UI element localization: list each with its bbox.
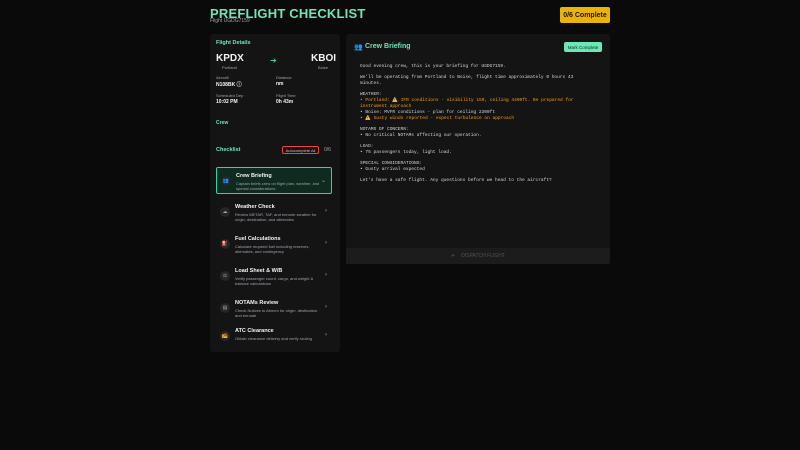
autocomplete-all-button[interactable]: Autocomplete All — [282, 146, 319, 154]
item-desc: Obtain clearance delivery and verify rou… — [235, 336, 312, 341]
checklist-title: Checklist — [216, 147, 241, 153]
item-desc: Calculate required fuel including reserv… — [235, 244, 310, 254]
item-title: Weather Check — [235, 204, 275, 210]
briefing-text: Good evening crew, this is your briefing… — [360, 64, 600, 184]
aircraft-value[interactable]: N108BK ⓘ — [216, 81, 242, 88]
flight-time-label: Flight Time — [276, 93, 296, 98]
departure-label: Scheduled Dep — [216, 93, 244, 98]
checklist-item-weather-check[interactable]: ☁ Weather Check Review METAR, TAF, and e… — [216, 199, 332, 226]
flight-time-value: 0h 43m — [276, 99, 294, 105]
plane-icon: ✈ — [451, 253, 456, 259]
radio-icon: 📻 — [220, 331, 230, 341]
item-desc: Review METAR, TAF, and enroute weather f… — [235, 212, 317, 222]
checklist-item-load-sheet[interactable]: ⚖ Load Sheet & W/B Verify passenger coun… — [216, 263, 332, 290]
item-title: Fuel Calculations — [235, 236, 281, 242]
crew-link[interactable]: Crew — [216, 120, 228, 126]
chevron-right-icon: › — [325, 208, 327, 214]
cloud-icon: ☁ — [220, 207, 230, 217]
origin-code: KPDX — [216, 53, 244, 64]
chevron-right-icon: › — [325, 332, 327, 338]
destination-city: Boise — [318, 65, 329, 70]
sidebar: Flight Details KPDX Portland ➔ KBOI Bois… — [210, 34, 340, 352]
item-desc: Verify passenger count, cargo, and weigh… — [235, 276, 314, 286]
briefing-panel: 👥 Crew Briefing Mark Complete Good eveni… — [346, 34, 610, 264]
users-icon: 👥 — [221, 176, 231, 186]
distance-label: Distance — [276, 75, 292, 80]
item-title: ATC Clearance — [235, 328, 274, 334]
mark-complete-button[interactable]: Mark Complete — [564, 42, 602, 52]
checklist-item-atc-clearance[interactable]: 📻 ATC Clearance Obtain clearance deliver… — [216, 323, 332, 350]
users-icon: 👥 — [354, 44, 363, 51]
aircraft-label: Aircraft — [216, 75, 229, 80]
chevron-down-icon: ⌄ — [320, 178, 326, 184]
chevron-right-icon: › — [325, 240, 327, 246]
item-title: Crew Briefing — [236, 173, 272, 179]
dispatch-label: DISPATCH FLIGHT — [461, 253, 505, 259]
departure-value: 10:02 PM — [216, 99, 238, 105]
briefing-title: Crew Briefing — [365, 43, 411, 50]
flight-subtitle: Flight UGDG7159 — [210, 18, 250, 24]
item-desc: Check Notices to Airmen for origin, dest… — [235, 308, 319, 318]
document-icon: ▤ — [220, 303, 230, 313]
chevron-right-icon: › — [325, 272, 327, 278]
arrow-right-icon: ➔ — [270, 56, 277, 65]
fuel-icon: ⛽ — [220, 239, 230, 249]
chevron-right-icon: › — [325, 304, 327, 310]
checklist-item-notams-review[interactable]: ▤ NOTAMs Review Check Notices to Airmen … — [216, 295, 332, 322]
item-title: NOTAMs Review — [235, 300, 279, 306]
item-title: Load Sheet & W/B — [235, 268, 283, 274]
distance-value: nm — [276, 81, 284, 87]
flight-details-title: Flight Details — [216, 40, 251, 46]
checklist-count: 0/6 — [324, 147, 331, 153]
item-desc: Captain briefs crew on flight plan, weat… — [236, 181, 320, 191]
origin-city: Portland — [222, 65, 237, 70]
dispatch-flight-button[interactable]: ✈ DISPATCH FLIGHT — [346, 248, 610, 264]
destination-code: KBOI — [311, 53, 336, 64]
checklist-item-fuel-calculations[interactable]: ⛽ Fuel Calculations Calculate required f… — [216, 231, 332, 258]
briefing-line: Let's have a safe flight. Any questions … — [360, 178, 552, 183]
progress-badge: 0/6 Complete — [560, 7, 610, 23]
checklist-item-crew-briefing[interactable]: 👥 Crew Briefing Captain briefs crew on f… — [216, 167, 332, 194]
scale-icon: ⚖ — [220, 271, 230, 281]
